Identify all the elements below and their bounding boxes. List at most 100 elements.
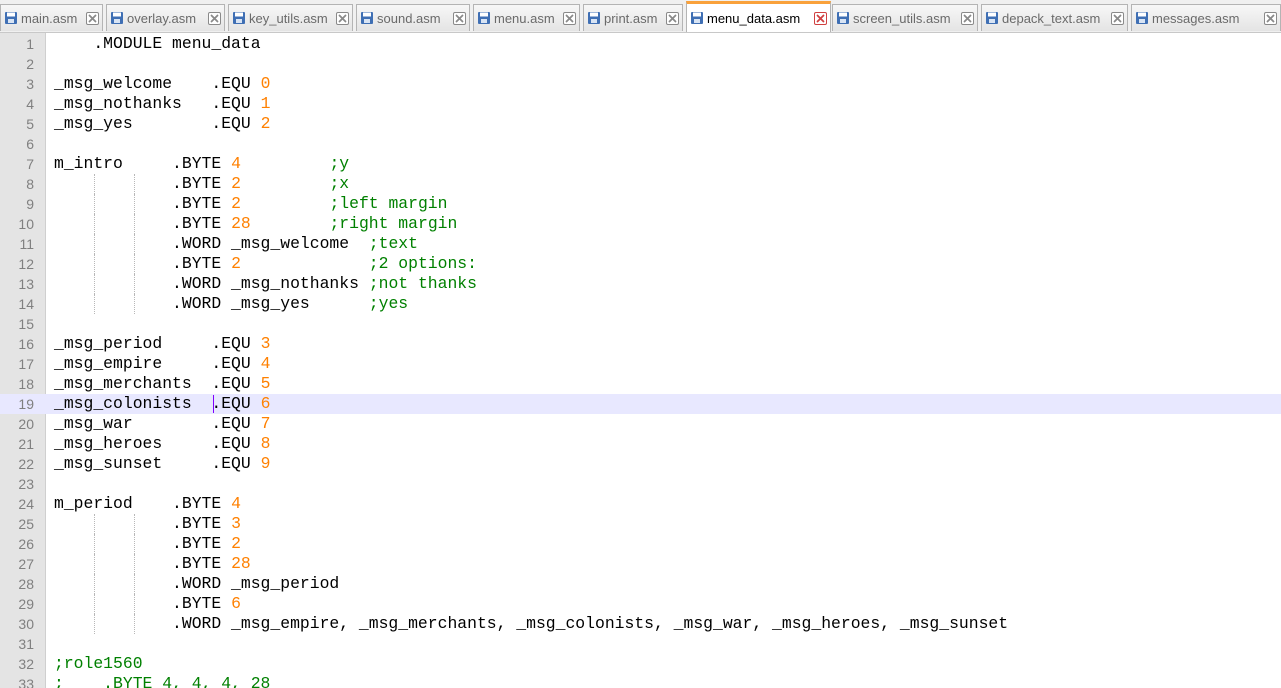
tab-screen-utils-asm[interactable]: screen_utils.asm [832, 4, 978, 31]
code-line[interactable]: 12 .BYTE 2 ;2 options: [0, 254, 1281, 274]
saved-file-icon [1135, 11, 1149, 25]
code-line[interactable]: 4 _msg_nothanks .EQU 1 [0, 94, 1281, 114]
current-code-line[interactable]: 19 _msg_colonists .EQU 6 [0, 394, 1281, 414]
code-line[interactable]: 16 _msg_period .EQU 3 [0, 334, 1281, 354]
number-token: 28 [231, 554, 251, 573]
code-text: ; .BYTE 4, 4, 4, 28 [54, 674, 270, 688]
code-token: .BYTE [54, 214, 232, 233]
close-tab-icon[interactable] [666, 11, 679, 25]
line-number: 32 [18, 656, 34, 672]
number-token: 3 [231, 514, 241, 533]
code-line[interactable]: 26 .BYTE 2 [0, 534, 1281, 554]
line-number: 20 [18, 416, 34, 432]
tab-depack-text-asm[interactable]: depack_text.asm [981, 4, 1128, 31]
close-tab-icon[interactable] [961, 11, 974, 25]
close-tab-icon[interactable] [453, 11, 466, 25]
code-token: _msg_nothanks .EQU [54, 94, 261, 113]
close-tab-icon[interactable] [563, 11, 576, 25]
code-token: .BYTE [54, 554, 232, 573]
code-text: _msg_period .EQU 3 [54, 334, 270, 354]
number-token: 1 [260, 94, 271, 113]
code-line[interactable]: 5 _msg_yes .EQU 2 [0, 114, 1281, 134]
code-line[interactable]: 20 _msg_war .EQU 7 [0, 414, 1281, 434]
editor-window: main.asm overlay.asm key_utils.asm sound.as… [0, 0, 1281, 688]
code-line[interactable]: 29 .BYTE 6 [0, 594, 1281, 614]
code-line[interactable]: 31 [0, 634, 1281, 654]
code-line[interactable]: 22 _msg_sunset .EQU 9 [0, 454, 1281, 474]
code-text: _msg_merchants .EQU 5 [54, 374, 270, 394]
line-number: 8 [26, 176, 34, 192]
number-token: 5 [260, 374, 271, 393]
code-token: _msg_empire .EQU [54, 354, 261, 373]
code-line[interactable]: 24 m_period .BYTE 4 [0, 494, 1281, 514]
code-token: _msg_merchants .EQU [54, 374, 261, 393]
line-number: 30 [18, 616, 34, 632]
number-token: 2 [231, 254, 241, 273]
line-number: 9 [26, 196, 34, 212]
code-text: .WORD _msg_yes ;yes [54, 294, 408, 314]
code-line[interactable]: 18 _msg_merchants .EQU 5 [0, 374, 1281, 394]
code-line[interactable]: 25 .BYTE 3 [0, 514, 1281, 534]
tab-menu-data-asm[interactable]: menu_data.asm [686, 1, 831, 32]
tab-overlay-asm[interactable]: overlay.asm [106, 4, 225, 31]
code-text: _msg_yes .EQU 2 [54, 114, 270, 134]
tab-label: screen_utils.asm [853, 10, 951, 26]
close-tab-icon[interactable] [814, 11, 827, 25]
code-line[interactable]: 28 .WORD _msg_period [0, 574, 1281, 594]
code-line[interactable]: 6 [0, 134, 1281, 154]
tab-main-asm[interactable]: main.asm [0, 4, 103, 31]
line-number: 28 [18, 576, 34, 592]
code-line[interactable]: 11 .WORD _msg_welcome ;text [0, 234, 1281, 254]
code-token: .WORD _msg_empire, _msg_merchants, _msg_… [54, 614, 1009, 633]
close-tab-icon[interactable] [1111, 11, 1124, 25]
comment-token: ; .BYTE 4, 4, 4, 28 [54, 674, 271, 688]
close-tab-icon[interactable] [336, 11, 349, 25]
text-caret [213, 395, 214, 413]
tab-label: key_utils.asm [249, 10, 328, 26]
line-number: 1 [26, 36, 34, 52]
tab-bar: main.asm overlay.asm key_utils.asm sound.as… [0, 0, 1281, 33]
code-line[interactable]: 15 [0, 314, 1281, 334]
code-line[interactable]: 7 m_intro .BYTE 4 ;y [0, 154, 1281, 174]
code-line[interactable]: 2 [0, 54, 1281, 74]
close-tab-icon[interactable] [208, 11, 221, 25]
tab-menu-asm[interactable]: menu.asm [473, 4, 580, 31]
code-line[interactable]: 10 .BYTE 28 ;right margin [0, 214, 1281, 234]
code-line[interactable]: 8 .BYTE 2 ;x [0, 174, 1281, 194]
code-line[interactable]: 33 ; .BYTE 4, 4, 4, 28 [0, 674, 1281, 688]
code-line[interactable]: 23 [0, 474, 1281, 494]
code-text: .BYTE 2 ;2 options: [54, 254, 477, 274]
comment-token: ;left margin [329, 194, 448, 213]
code-line[interactable]: 9 .BYTE 2 ;left margin [0, 194, 1281, 214]
comment-token: ;role1560 [54, 654, 143, 673]
close-tab-icon[interactable] [86, 11, 99, 25]
comment-token: ;y [329, 154, 350, 173]
line-number: 15 [18, 316, 34, 332]
tab-sound-asm[interactable]: sound.asm [356, 4, 470, 31]
code-line[interactable]: 17 _msg_empire .EQU 4 [0, 354, 1281, 374]
code-line[interactable]: 3 _msg_welcome .EQU 0 [0, 74, 1281, 94]
comment-token: ;not thanks [368, 274, 477, 293]
code-line[interactable]: 27 .BYTE 28 [0, 554, 1281, 574]
tab-key-utils-asm[interactable]: key_utils.asm [228, 4, 353, 31]
line-number: 13 [18, 276, 34, 292]
line-number: 11 [19, 236, 34, 252]
tab-print-asm[interactable]: print.asm [583, 4, 683, 31]
code-line[interactable]: 1 .MODULE menu_data [0, 34, 1281, 54]
code-token: .BYTE [54, 514, 232, 533]
saved-file-icon [690, 11, 704, 25]
line-number: 26 [18, 536, 34, 552]
code-token: .WORD _msg_yes [54, 294, 369, 313]
code-line[interactable]: 21 _msg_heroes .EQU 8 [0, 434, 1281, 454]
close-tab-icon[interactable] [1264, 11, 1277, 25]
code-line[interactable]: 14 .WORD _msg_yes ;yes [0, 294, 1281, 314]
code-line[interactable]: 32 ;role1560 [0, 654, 1281, 674]
tab-messages-asm[interactable]: messages.asm [1131, 4, 1281, 31]
code-editor[interactable]: 1 .MODULE menu_data 2 3 _msg_welcome .EQU 0… [0, 33, 1281, 688]
line-number: 14 [18, 296, 34, 312]
code-line[interactable]: 30 .WORD _msg_empire, _msg_merchants, _m… [0, 614, 1281, 634]
code-line[interactable]: 13 .WORD _msg_nothanks ;not thanks [0, 274, 1281, 294]
code-token: .WORD _msg_nothanks [54, 274, 369, 293]
